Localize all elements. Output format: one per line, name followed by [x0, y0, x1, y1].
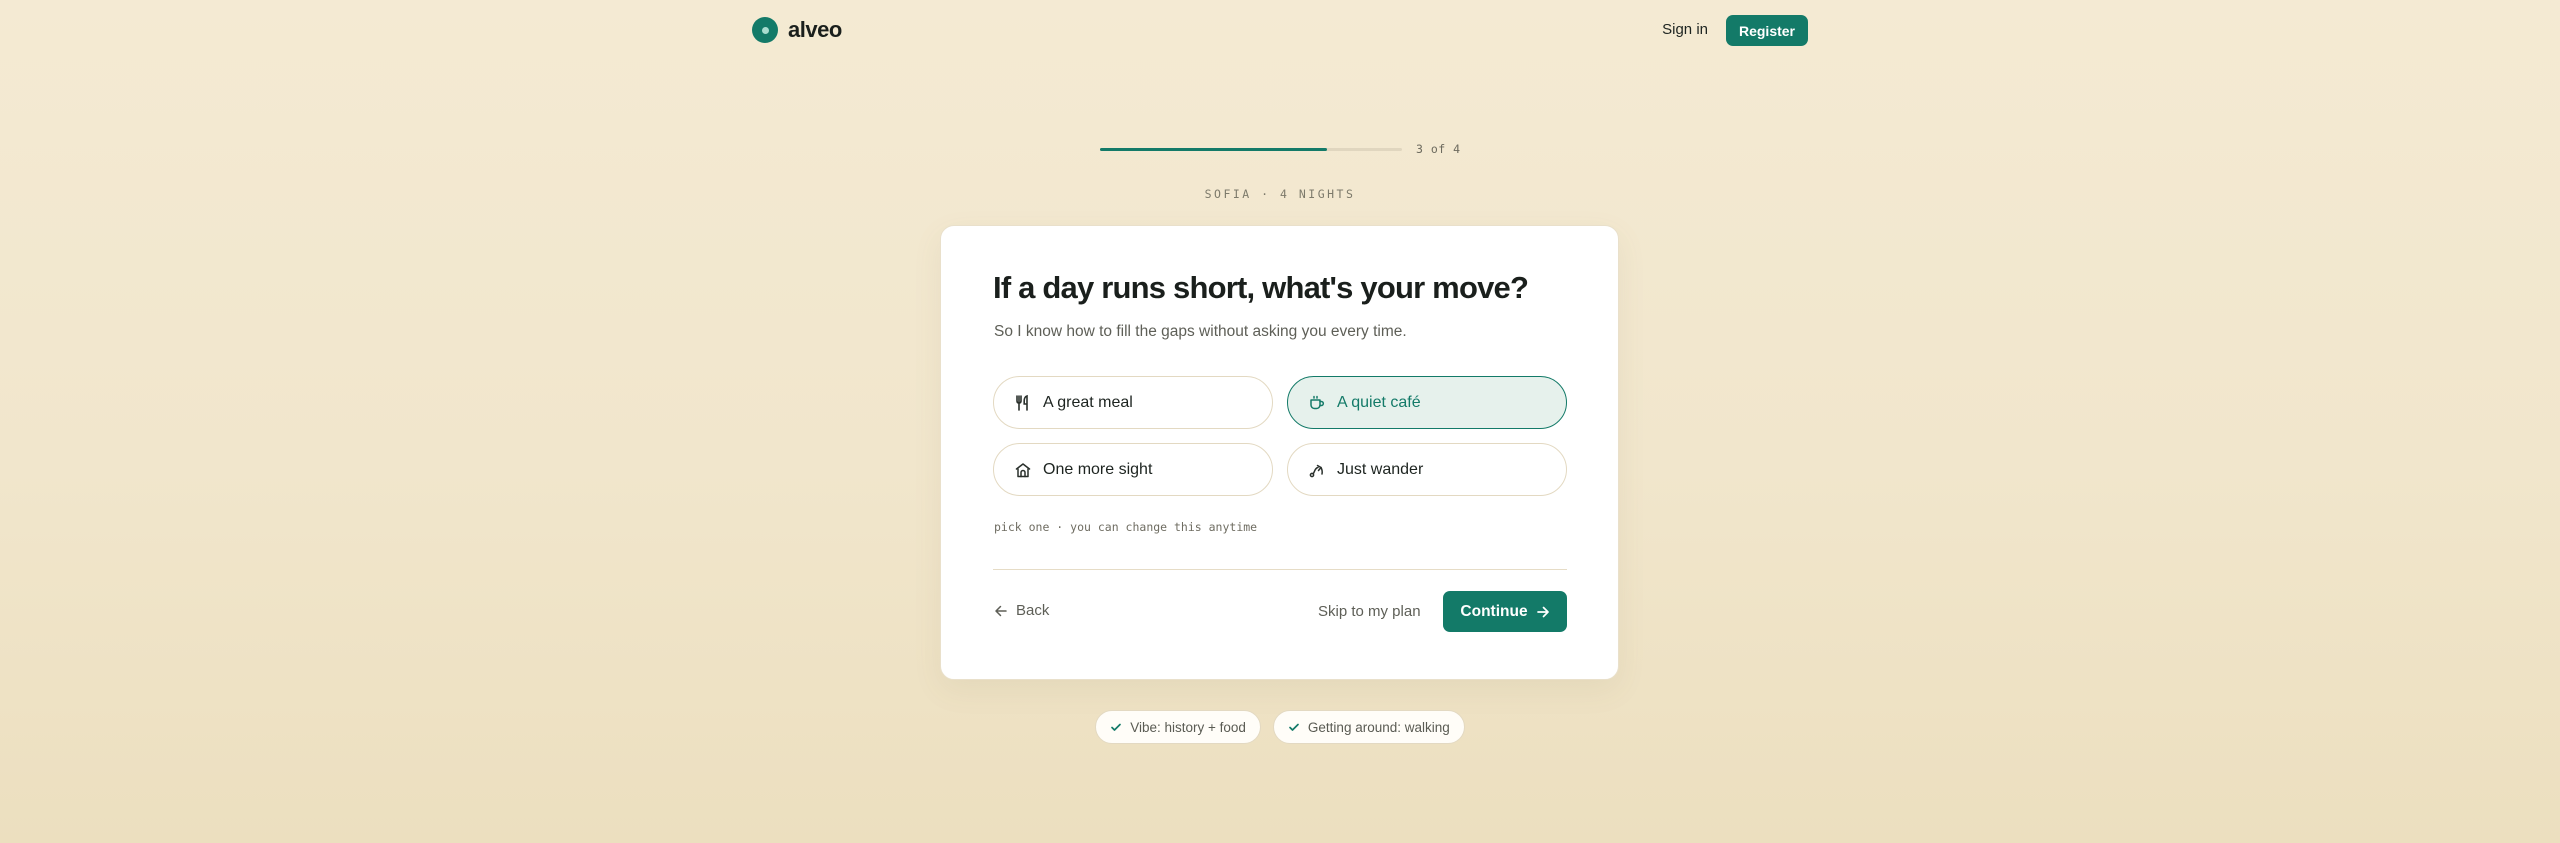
skip-to-plan-link[interactable]: Skip to my plan [1318, 603, 1421, 620]
question-subtitle: So I know how to fill the gaps without a… [994, 323, 1407, 340]
progress-fill [1100, 148, 1327, 151]
register-button[interactable]: Register [1726, 15, 1808, 46]
fork-knife-icon [1014, 394, 1032, 412]
chip-label: Vibe: history + food [1130, 719, 1246, 735]
selection-hint: pick one · you can change this anytime [994, 520, 1258, 534]
option-one-more-sight[interactable]: One more sight [993, 443, 1273, 496]
back-label: Back [1016, 602, 1050, 619]
question-title: If a day runs short, what's your move? [993, 270, 1529, 305]
check-icon [1288, 721, 1300, 733]
option-quiet-cafe[interactable]: A quiet café [1287, 376, 1567, 429]
check-icon [1110, 721, 1122, 733]
option-label: One more sight [1043, 460, 1153, 478]
option-label: Just wander [1337, 460, 1424, 478]
continue-button[interactable]: Continue [1443, 591, 1567, 632]
option-just-wander[interactable]: Just wander [1287, 443, 1567, 496]
question-card: If a day runs short, what's your move? S… [940, 225, 1619, 680]
summary-chip-getting-around[interactable]: Getting around: walking [1272, 710, 1465, 744]
progress-step-label: 3 of 4 [1416, 142, 1461, 156]
brand[interactable]: alveo [752, 17, 842, 43]
option-great-meal[interactable]: A great meal [993, 376, 1273, 429]
answered-summary: Vibe: history + food Getting around: wal… [0, 710, 2560, 744]
coffee-cup-icon [1308, 394, 1326, 412]
sign-in-link[interactable]: Sign in [1662, 21, 1708, 38]
top-nav: alveo Sign in Register [752, 15, 1808, 46]
option-label: A quiet café [1337, 393, 1421, 411]
option-label: A great meal [1043, 393, 1133, 411]
landmark-icon [1014, 461, 1032, 479]
trip-label: SOFIA · 4 NIGHTS [1204, 187, 1356, 201]
back-button[interactable]: Back [994, 602, 1049, 619]
continue-label: Continue [1460, 602, 1528, 620]
progress-bar [1100, 148, 1402, 151]
divider [993, 569, 1567, 570]
chip-label: Getting around: walking [1307, 719, 1450, 735]
logo-icon [752, 17, 778, 43]
route-icon [1308, 461, 1326, 479]
arrow-right-icon [1536, 605, 1550, 619]
arrow-left-icon [994, 604, 1008, 618]
summary-chip-vibe[interactable]: Vibe: history + food [1095, 710, 1261, 744]
brand-name: alveo [788, 17, 842, 42]
